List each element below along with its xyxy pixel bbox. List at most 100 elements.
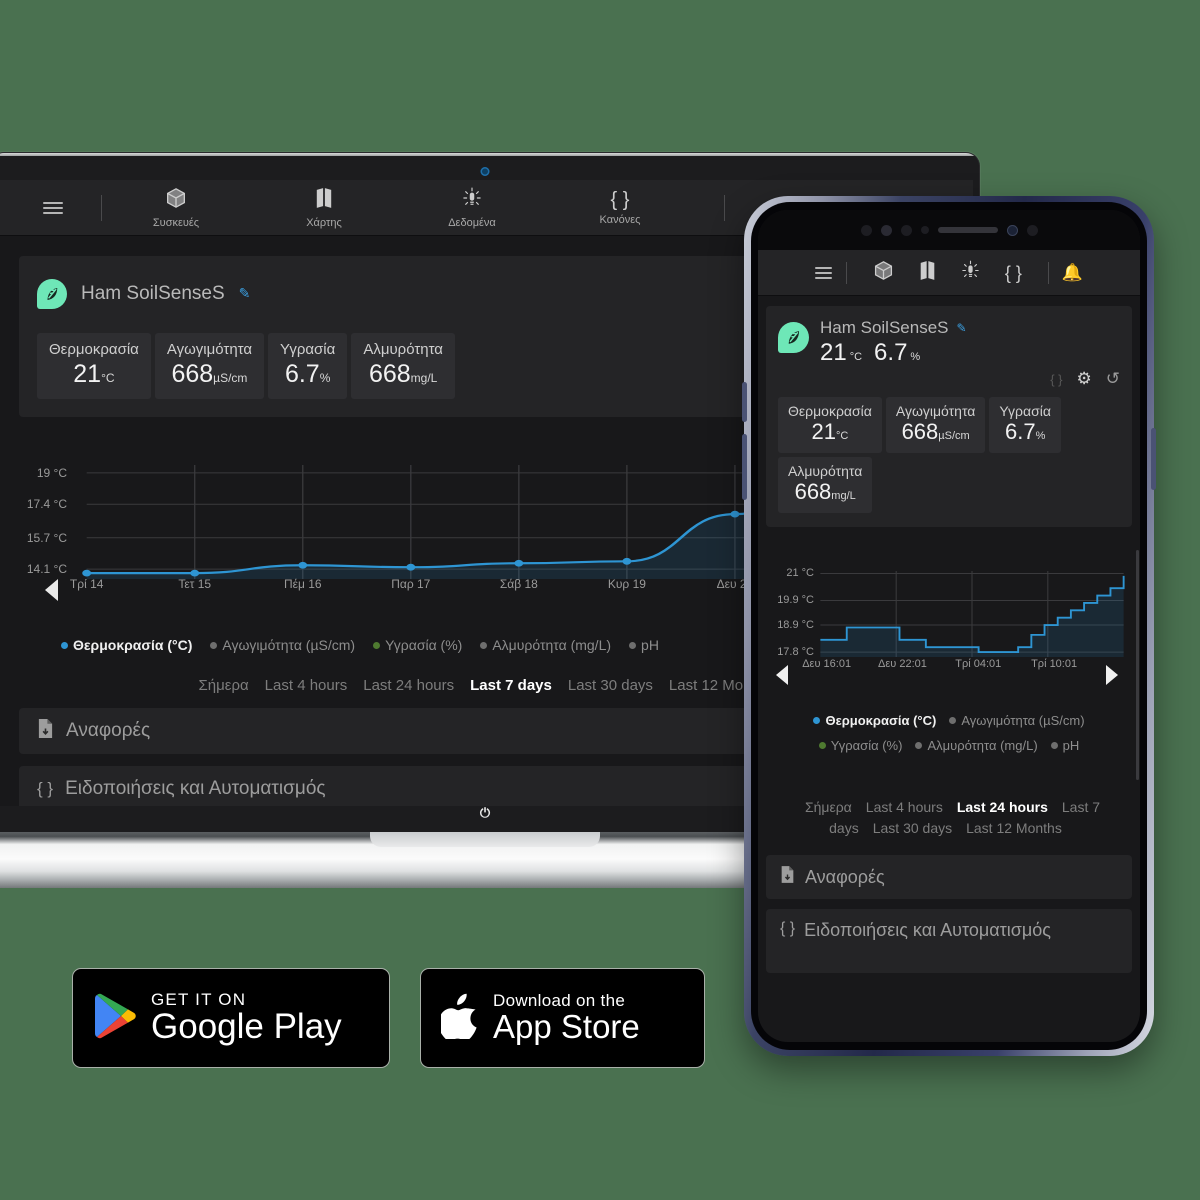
badge-line2: Google Play [151,1007,342,1047]
range-option[interactable]: Last 24 hours [957,799,1048,815]
x-tick-label: Τρί 10:01 [1031,658,1078,670]
legend-label: Υγρασία (%) [830,738,903,753]
metric-conductivity[interactable]: Αγωγιμότητα 668µS/cm [885,397,986,453]
phone-chart-legend: Θερμοκρασία (°C) Αγωγιμότητα (µS/cm) Υγρασ… [768,713,1130,753]
legend-item[interactable]: Αγωγιμότητα (µS/cm) [949,713,1085,728]
metric-label: Θερμοκρασία [49,341,139,358]
legend-item[interactable]: pH [1050,738,1079,753]
range-option[interactable]: Last 4 hours [265,677,348,694]
bell-icon[interactable]: 🔔 [1062,264,1083,281]
range-option[interactable]: Last 30 days [568,677,653,694]
y-tick-label: 15.7 °C [26,530,67,545]
x-tick-label: Τετ 15 [178,577,212,591]
metric-label: Υγρασία [999,403,1051,419]
x-tick-label: Δευ 16:01 [802,658,852,670]
edit-pencil-icon[interactable]: ✎ [957,321,967,335]
phone-chart[interactable]: 21 °C 19.9 °C 18.9 °C 17.8 °C Δευ 16:01 Δευ … [766,561,1132,685]
range-option[interactable]: Σήμερα [199,677,249,694]
map-icon[interactable] [919,260,936,285]
device-gear-icon[interactable]: ⚙ [1077,369,1092,389]
legend-item[interactable]: pH [629,637,659,653]
hamburger-icon[interactable] [43,201,63,214]
legend-label: Αγωγιμότητα (µS/cm) [961,713,1085,728]
phone-volume-up-button[interactable] [742,382,747,422]
store-badges: GET IT ON Google Play Download on the Ap… [72,968,705,1068]
legend-item[interactable]: Αγωγιμότητα (µS/cm) [210,637,355,653]
chart-next-arrow[interactable] [1106,665,1118,685]
legend-item[interactable]: Αλμυρότητα (mg/L) [480,637,611,653]
x-tick-label: Τρί 14 [69,577,104,591]
nav-item-devices[interactable]: Συσκευές [102,187,250,229]
legend-label: Αλμυρότητα (mg/L) [927,738,1038,753]
nav-divider-right [1047,261,1049,284]
front-camera-icon [1006,224,1018,236]
legend-item[interactable]: Υγρασία (%) [818,738,903,753]
legend-dot [373,641,381,649]
y-tick-label: 18.9 °C [777,619,814,632]
nav-item-rules[interactable]: { } Κανόνες [546,190,694,226]
range-option[interactable]: Last 30 days [873,820,952,836]
edit-pencil-icon[interactable]: ✎ [239,285,251,302]
power-icon[interactable]: ⏻ [480,805,490,821]
sensor-dot-icon [1026,224,1038,236]
nav-item-map[interactable]: Χάρτης [250,187,398,229]
report-download-icon [37,719,54,743]
range-option[interactable]: Last 24 hours [363,677,454,694]
metric-humidity[interactable]: Υγρασία 6.7% [268,333,348,399]
metric-value: 668 [901,419,939,444]
cube-icon[interactable] [874,260,893,285]
google-play-icon [93,992,137,1045]
range-option[interactable]: Last 7 days [470,677,552,694]
legend-dot [818,742,826,749]
metric-salinity[interactable]: Αλμυρότητα 668mg/L [351,333,455,399]
nav-label-rules: Κανόνες [599,213,641,226]
metric-unit: % [319,371,331,385]
section-alerts-automation[interactable]: { } Ειδοποιήσεις και Αυτοματισμός [766,909,1132,973]
section-reports[interactable]: Αναφορές [766,855,1132,899]
legend-item[interactable]: Αλμυρότητα (mg/L) [915,738,1038,753]
led-indicator-icon [920,226,929,234]
headline-hum-value: 6.7 [874,339,908,366]
app-store-badge[interactable]: Download on the App Store [420,968,705,1068]
headline-hum-unit: % [910,351,921,363]
nav-label-data: Δεδομένα [448,216,496,229]
metric-label: Αγωγιμότητα [895,403,976,419]
device-braces-icon[interactable]: { } [1050,372,1062,387]
refresh-icon[interactable]: ↺ [1106,369,1120,389]
x-tick-label: Σάβ 18 [499,577,538,591]
metric-value: 6.7 [284,360,320,388]
section-label: Ειδοποιήσεις και Αυτοματισμός [65,778,326,799]
page-root: Συσκευές Χάρτης Δεδομένα {} Κανόνες Ham… [0,0,1200,1200]
bulb-icon[interactable] [962,260,979,285]
google-play-badge[interactable]: GET IT ON Google Play [72,968,390,1068]
braces-icon[interactable]: { } [1005,264,1022,282]
chart-prev-arrow[interactable] [45,579,58,601]
metric-humidity[interactable]: Υγρασία 6.7% [989,397,1061,453]
leaf-icon [37,278,67,309]
legend-item[interactable]: Υγρασία (%) [373,637,462,653]
metric-unit: % [1035,430,1046,442]
phone-power-button[interactable] [1151,428,1156,490]
range-option[interactable]: Σήμερα [805,799,852,815]
metric-salinity[interactable]: Αλμυρότητα 668mg/L [778,457,873,513]
chart-prev-arrow[interactable] [776,665,788,685]
hamburger-icon[interactable] [814,266,832,279]
headline-temp-unit: °C [849,351,863,363]
phone-range-selector[interactable]: Σήμερα Last 4 hours Last 24 hours Last 7 da… [770,797,1128,839]
range-option[interactable]: Last 4 hours [866,799,943,815]
phone-scrollbar[interactable] [1136,550,1139,780]
metric-conductivity[interactable]: Αγωγιμότητα 668µS/cm [154,333,265,399]
legend-item[interactable]: Θερμοκρασία (°C) [61,637,192,653]
metric-temperature[interactable]: Θερμοκρασία 21°C [778,397,882,453]
phone-volume-down-button[interactable] [742,434,747,500]
metric-unit: °C [101,371,115,385]
phone-content: { } 🔔 Ham SoilSenseS ✎ 21 °C 6.7 % {} ⚙… [758,250,1140,1042]
nav-label-map: Χάρτης [306,216,342,229]
metric-temperature[interactable]: Θερμοκρασία 21°C [37,333,151,399]
legend-item[interactable]: Θερμοκρασία (°C) [813,713,936,728]
range-option[interactable]: Last 12 Months [966,820,1062,836]
metric-value: 668 [794,479,832,504]
nav-item-data[interactable]: Δεδομένα [398,187,546,229]
laptop-webcam-icon [480,167,490,176]
braces-icon: { } [780,920,796,937]
